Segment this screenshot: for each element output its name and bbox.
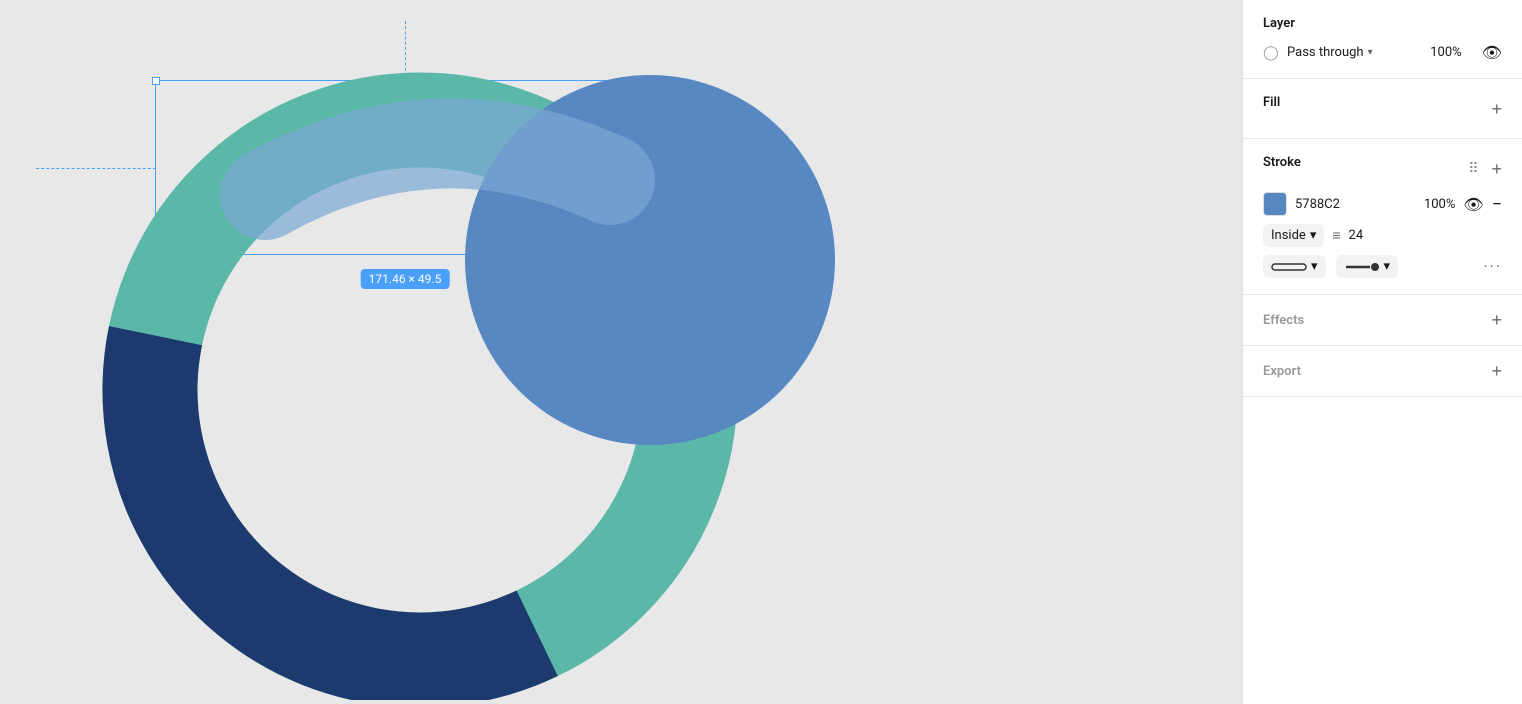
stroke-section: Stroke ⠿ + 5788C2 100% 👁 − Inside ▾ ≡ 24: [1243, 139, 1522, 295]
effects-title: Effects: [1263, 313, 1304, 328]
stroke-hex-value[interactable]: 5788C2: [1295, 197, 1416, 212]
export-header: Export +: [1263, 362, 1502, 380]
layer-section: Layer ◯ Pass through ▾ 100% 👁: [1243, 0, 1522, 79]
stroke-position-chevron: ▾: [1310, 228, 1317, 243]
stroke-remove-button[interactable]: −: [1492, 194, 1502, 215]
blend-mode-chevron: ▾: [1368, 47, 1373, 58]
stroke-opacity: 100%: [1424, 197, 1455, 212]
stroke-more-button[interactable]: ⠿: [1468, 161, 1479, 177]
canvas[interactable]: 171.46 × 49.5: [0, 0, 1242, 704]
stroke-title: Stroke: [1263, 155, 1301, 170]
layer-visibility-icon[interactable]: 👁: [1482, 43, 1502, 62]
layer-title: Layer: [1263, 16, 1502, 31]
stroke-more-options-button[interactable]: ···: [1483, 257, 1502, 276]
layer-opacity: 100%: [1430, 45, 1461, 60]
cap-chevron: ▾: [1311, 259, 1318, 274]
effects-section: Effects +: [1243, 295, 1522, 346]
stroke-color-row: 5788C2 100% 👁 −: [1263, 192, 1502, 216]
fill-title: Fill: [1263, 95, 1280, 110]
stroke-position-select[interactable]: Inside ▾: [1263, 224, 1324, 247]
effects-header: Effects +: [1263, 311, 1502, 329]
stroke-add-button[interactable]: +: [1491, 160, 1502, 178]
export-title: Export: [1263, 364, 1301, 379]
dash-preview-icon: [1344, 261, 1380, 273]
dash-chevron: ▾: [1384, 259, 1391, 274]
illustration: [80, 20, 940, 704]
blend-mode-icon: ◯: [1263, 45, 1279, 61]
illustration-svg: [80, 20, 940, 700]
effects-add-button[interactable]: +: [1491, 311, 1502, 329]
stroke-cap-row: ▾ ▾ ···: [1263, 255, 1502, 278]
stroke-width-value: 24: [1349, 228, 1364, 243]
stroke-dash-select[interactable]: ▾: [1336, 255, 1399, 278]
stroke-header: Stroke ⠿ +: [1263, 155, 1502, 182]
blend-mode-value: Pass through: [1287, 45, 1364, 60]
right-panel: Layer ◯ Pass through ▾ 100% 👁 Fill + Str…: [1242, 0, 1522, 704]
export-add-button[interactable]: +: [1491, 362, 1502, 380]
stroke-options-row: Inside ▾ ≡ 24: [1263, 224, 1502, 247]
stroke-visibility-icon[interactable]: 👁: [1463, 195, 1483, 214]
stroke-color-swatch[interactable]: [1263, 192, 1287, 216]
blend-mode-select[interactable]: Pass through ▾: [1287, 45, 1422, 60]
cap-preview-icon: [1271, 261, 1307, 273]
stroke-cap-select[interactable]: ▾: [1263, 255, 1326, 278]
fill-header: Fill +: [1263, 95, 1502, 122]
blend-mode-row: ◯ Pass through ▾ 100% 👁: [1263, 43, 1502, 62]
export-section: Export +: [1243, 346, 1522, 397]
stroke-position-value: Inside: [1271, 228, 1306, 243]
stroke-style-icon: ≡: [1332, 227, 1340, 244]
fill-section: Fill +: [1243, 79, 1522, 139]
fill-add-button[interactable]: +: [1491, 100, 1502, 118]
